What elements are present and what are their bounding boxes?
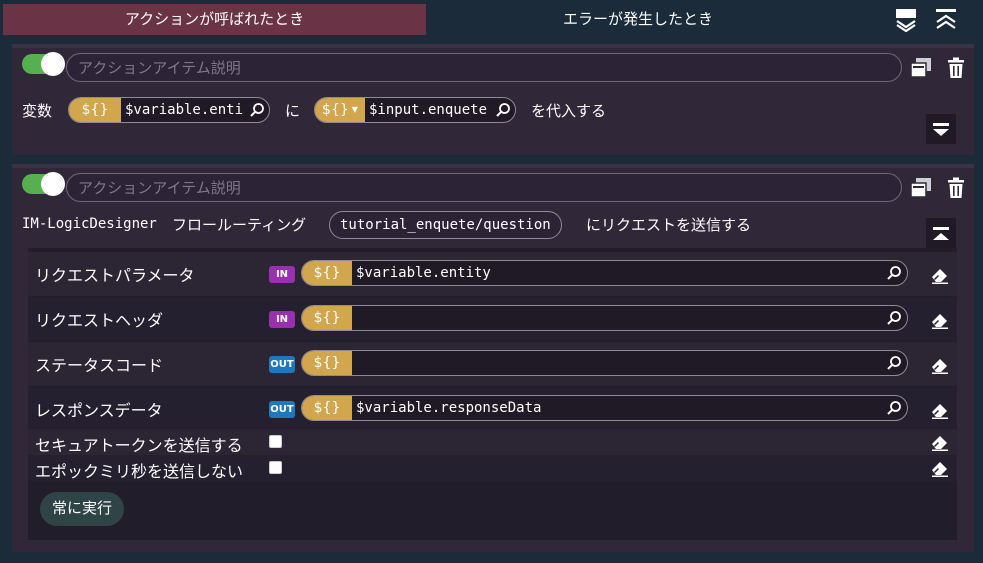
param-value-field[interactable]: ${} bbox=[301, 305, 908, 331]
direction-badge: IN bbox=[269, 311, 295, 328]
param-value: $variable.entity bbox=[356, 265, 491, 281]
action-type-label: フロールーティング bbox=[172, 216, 307, 234]
expand-button[interactable] bbox=[926, 114, 956, 144]
param-label: レスポンスデータ bbox=[35, 401, 163, 420]
search-icon[interactable] bbox=[249, 102, 265, 118]
trash-icon[interactable] bbox=[944, 56, 968, 80]
expand-icon bbox=[933, 123, 949, 136]
expression-badge-label: ${} bbox=[322, 102, 349, 118]
variable-label: 変数 bbox=[22, 102, 53, 120]
assign-suffix-label: を代入する bbox=[531, 102, 607, 120]
param-label: リクエストヘッダ bbox=[35, 311, 164, 330]
enable-toggle[interactable] bbox=[22, 172, 65, 196]
expression-dropdown[interactable]: ${} ▼ bbox=[315, 98, 365, 122]
copy-icon[interactable] bbox=[909, 56, 933, 80]
copy-icon[interactable] bbox=[909, 176, 933, 200]
enable-toggle[interactable] bbox=[22, 52, 65, 76]
eraser-icon[interactable] bbox=[930, 265, 950, 285]
option-row: エポックミリ秒を送信しない bbox=[28, 455, 957, 481]
param-value-field[interactable]: ${} $variable.responseData bbox=[301, 395, 908, 421]
param-row: リクエストパラメータ IN ${} $variable.entity bbox=[28, 252, 957, 296]
param-label: リクエストパラメータ bbox=[35, 266, 195, 285]
param-row: ステータスコード OUT ${} bbox=[28, 342, 957, 386]
action-item-assign: 変数 ${} $variable.enti に ${}▼ $input.enqu… bbox=[12, 44, 974, 155]
collapse-all-icon[interactable] bbox=[934, 6, 958, 32]
param-row: リクエストヘッダ IN ${} bbox=[28, 297, 957, 341]
param-value-field[interactable]: ${} bbox=[301, 350, 908, 376]
tab-on-action-called[interactable]: アクションが呼ばれたとき bbox=[3, 4, 426, 35]
search-icon[interactable] bbox=[886, 310, 902, 326]
param-value: $variable.responseData bbox=[356, 400, 542, 416]
search-icon[interactable] bbox=[886, 265, 902, 281]
expression-badge[interactable]: ${} bbox=[302, 306, 352, 330]
search-icon[interactable] bbox=[886, 400, 902, 416]
flow-route-pill[interactable]: tutorial_enquete/question bbox=[329, 211, 562, 239]
param-value-field[interactable]: ${} $variable.entity bbox=[301, 260, 908, 286]
action-description-input[interactable] bbox=[66, 173, 902, 202]
eraser-icon[interactable] bbox=[930, 310, 950, 330]
source-variable-field[interactable]: ${} ▼ $input.enquete bbox=[314, 97, 516, 123]
send-secure-token-checkbox[interactable] bbox=[269, 435, 282, 448]
request-parameters-panel: リクエストパラメータ IN ${} $variable.entity リクエスト… bbox=[28, 248, 957, 540]
direction-badge: OUT bbox=[269, 356, 295, 373]
direction-badge: IN bbox=[269, 266, 295, 283]
target-variable-value: $variable.enti bbox=[125, 102, 244, 118]
source-variable-value: $input.enquete bbox=[369, 102, 488, 118]
eraser-icon[interactable] bbox=[930, 432, 950, 452]
eraser-icon[interactable] bbox=[930, 458, 950, 478]
action-description-input[interactable] bbox=[66, 53, 902, 82]
expression-badge[interactable]: ${} bbox=[69, 98, 121, 122]
option-label: エポックミリ秒を送信しない bbox=[35, 462, 244, 481]
expression-badge[interactable]: ${} bbox=[302, 351, 352, 375]
no-epoch-millis-checkbox[interactable] bbox=[269, 461, 282, 474]
request-suffix-label: にリクエストを送信する bbox=[586, 216, 752, 234]
target-variable-field[interactable]: ${} $variable.enti bbox=[68, 97, 270, 123]
search-icon[interactable] bbox=[495, 102, 511, 118]
trash-icon[interactable] bbox=[944, 176, 968, 200]
collapse-button[interactable] bbox=[926, 218, 956, 248]
option-row: セキュアトークンを送信する bbox=[28, 429, 957, 455]
expand-all-icon[interactable] bbox=[894, 6, 918, 32]
always-execute-button[interactable]: 常に実行 bbox=[40, 492, 124, 526]
chevron-down-icon: ▼ bbox=[351, 105, 358, 114]
param-label: ステータスコード bbox=[35, 356, 164, 375]
service-label: IM-LogicDesigner bbox=[22, 216, 157, 232]
direction-badge: OUT bbox=[269, 401, 295, 418]
connector-label: に bbox=[285, 102, 301, 120]
eraser-icon[interactable] bbox=[930, 355, 950, 375]
tab-on-error[interactable]: エラーが発生したとき bbox=[426, 4, 850, 35]
expression-badge[interactable]: ${} bbox=[302, 396, 352, 420]
search-icon[interactable] bbox=[886, 355, 902, 371]
eraser-icon[interactable] bbox=[930, 400, 950, 420]
trigger-tabs: アクションが呼ばれたとき エラーが発生したとき bbox=[0, 0, 983, 38]
param-row: レスポンスデータ OUT ${} $variable.responseData bbox=[28, 387, 957, 431]
expression-badge[interactable]: ${} bbox=[302, 261, 352, 285]
option-label: セキュアトークンを送信する bbox=[35, 436, 243, 455]
collapse-icon bbox=[933, 227, 949, 240]
